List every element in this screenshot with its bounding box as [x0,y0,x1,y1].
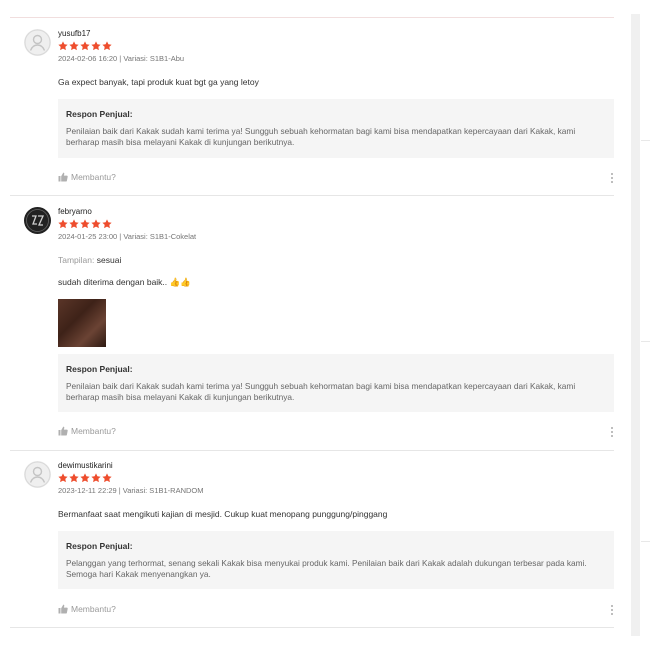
more-options-button[interactable] [610,604,614,616]
star-icon [80,41,90,51]
more-options-button[interactable] [610,426,614,438]
helpful-label: Membantu? [71,604,116,614]
star-icon [69,473,79,483]
star-icon [69,41,79,51]
response-title: Respon Penjual: [66,109,133,119]
seller-response: Respon Penjual: Pelanggan yang terhormat… [58,531,614,589]
attribute-key: Tampilan: [58,255,95,265]
username: yusufb17 [58,29,91,38]
username: dewimustikarini [58,461,113,470]
username: febryarno [58,207,92,216]
response-title: Respon Penjual: [66,364,133,374]
review-divider [10,627,614,628]
review-item: dewimustikarini 2023-12-11 22:29 | Varia… [22,461,614,621]
response-title: Respon Penjual: [66,541,133,551]
review-comment: Bermanfaat saat mengikuti kajian di mesj… [58,509,388,519]
more-vertical-icon [611,605,613,615]
thumbs-up-icon [58,604,68,614]
seller-response: Respon Penjual: Penilaian baik dari Kaka… [58,354,614,412]
star-icon [102,219,112,229]
user-placeholder-icon [24,461,51,488]
user-placeholder-icon [24,29,51,56]
star-icon [102,41,112,51]
helpful-button[interactable]: Membantu? [58,604,116,614]
more-vertical-icon [611,173,613,183]
response-text: Penilaian baik dari Kakak sudah kami ter… [66,126,576,147]
review-meta: 2024-01-25 23:00 | Variasi: S1B1-Cokelat [58,232,197,241]
star-icon [58,473,68,483]
thumbs-up-icon [58,426,68,436]
star-icon [91,473,101,483]
avatar[interactable] [24,29,51,56]
more-vertical-icon [611,427,613,437]
response-text: Pelanggan yang terhormat, senang sekali … [66,558,587,579]
user-photo-icon [24,207,51,234]
avatar[interactable] [24,207,51,234]
scrollbar[interactable] [631,14,640,636]
helpful-label: Membantu? [71,426,116,436]
star-icon [58,41,68,51]
side-divider [641,140,650,141]
star-icon [80,219,90,229]
review-meta: 2024-02-06 16:20 | Variasi: S1B1-Abu [58,54,185,63]
review-photo[interactable] [58,299,106,347]
review-comment: sudah diterima dengan baik.. 👍👍 [58,277,191,287]
star-icon [58,219,68,229]
helpful-button[interactable]: Membantu? [58,172,116,182]
star-rating [58,473,614,484]
side-divider [641,541,650,542]
review-divider [10,450,614,451]
helpful-label: Membantu? [71,172,116,182]
seller-response: Respon Penjual: Penilaian baik dari Kaka… [58,99,614,158]
side-divider [641,341,650,342]
avatar[interactable] [24,461,51,488]
star-rating [58,41,614,52]
review-meta: 2023-12-11 22:29 | Variasi: S1B1-RANDOM [58,486,204,495]
review-item: yusufb17 2024-02-06 16:20 | Variasi: S1B… [22,29,614,189]
star-icon [91,219,101,229]
review-attribute: Tampilan: sesuai [58,255,121,266]
star-icon [69,219,79,229]
reviews-panel: yusufb17 2024-02-06 16:20 | Variasi: S1B… [0,0,650,650]
review-comment: Ga expect banyak, tapi produk kuat bgt g… [58,77,259,87]
star-icon [91,41,101,51]
star-rating [58,219,614,230]
attribute-value: sesuai [96,255,122,265]
helpful-button[interactable]: Membantu? [58,426,116,436]
review-divider [10,195,614,196]
more-options-button[interactable] [610,172,614,184]
thumbs-up-icon [58,172,68,182]
review-item: febryarno 2024-01-25 23:00 | Variasi: S1… [22,207,614,442]
star-icon [102,473,112,483]
response-text: Penilaian baik dari Kakak sudah kami ter… [66,381,576,402]
top-divider [10,17,614,18]
star-icon [80,473,90,483]
